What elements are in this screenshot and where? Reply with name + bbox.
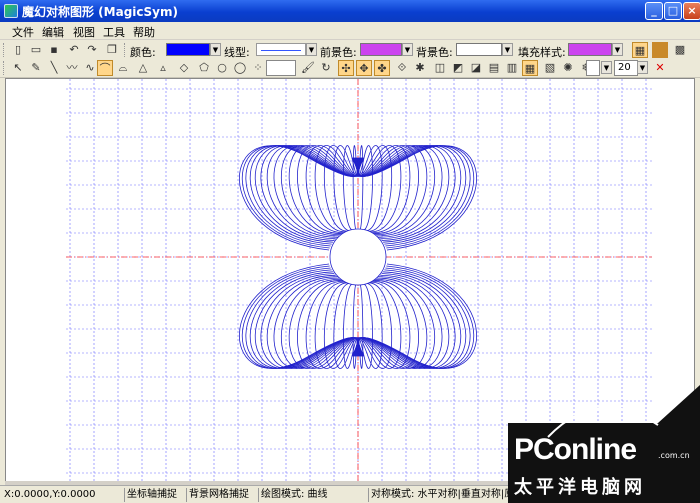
pconline-watermark: PConline .com.cn 太平洋电脑网: [508, 385, 700, 503]
sym-grid6-icon[interactable]: ▦: [522, 60, 538, 76]
fill-color-icon[interactable]: [652, 42, 668, 58]
layer-dropdown-icon[interactable]: ▼: [601, 61, 612, 74]
sym-horizontal-icon[interactable]: ✣: [338, 60, 354, 76]
fill-style-dropdown-icon[interactable]: ▼: [612, 43, 623, 56]
clear-icon[interactable]: ✕: [652, 60, 668, 76]
rotate-icon[interactable]: ↻: [318, 60, 334, 76]
toolbar-grip: [3, 43, 6, 57]
redo-icon[interactable]: ↷: [84, 42, 100, 58]
watermark-tagline: 太平洋电脑网: [514, 477, 646, 498]
fg-color-dropdown-icon[interactable]: ▼: [402, 43, 413, 56]
sym-grid1-icon[interactable]: ◫: [432, 60, 448, 76]
fg-color-swatch[interactable]: [360, 43, 402, 56]
toolbar-separator: [124, 43, 127, 57]
window-title: 魔幻对称图形 (MagicSym): [22, 5, 178, 19]
fill-style-swatch[interactable]: [568, 43, 612, 56]
minimize-button[interactable]: _: [645, 2, 663, 20]
star-icon[interactable]: ✺: [560, 60, 576, 76]
sym-vertical-icon[interactable]: ✥: [356, 60, 372, 76]
count-dropdown-icon[interactable]: ▼: [637, 61, 648, 74]
status-draw-mode: 绘图模式: 曲线: [258, 488, 366, 502]
select-arrow-icon[interactable]: ↖: [10, 60, 26, 76]
title-bar: 魔幻对称图形 (MagicSym) _ □ ×: [0, 0, 700, 22]
sym-grid3-icon[interactable]: ◪: [468, 60, 484, 76]
bg-color-swatch[interactable]: [456, 43, 502, 56]
open-file-icon[interactable]: ▭: [28, 42, 44, 58]
linestyle-dropdown-icon[interactable]: ▼: [306, 43, 317, 56]
drawing-toolbar: ↖ ✎ ╲ 〰 ∿ ⌒ ⌓ △ ▵ ◇ ⬠ ○ ◯ ⁘ 🖌 ↻ ✣ ✥ ✤ ⟐ …: [0, 58, 700, 78]
menu-view[interactable]: 视图: [73, 24, 95, 40]
brush-icon[interactable]: 🖌: [300, 60, 316, 76]
disabled-stepper: [266, 60, 296, 76]
main-toolbar: ▯ ▭ ▪ ↶ ↷ ❐ 颜色: ▼ 线型: ▼ 前景色: ▼ 背景色: ▼ 填充…: [0, 40, 700, 60]
center-circle: [329, 228, 387, 286]
watermark-brand: PConline: [514, 433, 637, 466]
sym-grid5-icon[interactable]: ▥: [504, 60, 520, 76]
linestyle-preview[interactable]: [256, 43, 306, 56]
status-grid-snap: 背景网格捕捉: [186, 488, 256, 502]
sym-origin-icon[interactable]: ✤: [374, 60, 390, 76]
menu-file[interactable]: 文件: [12, 24, 34, 40]
toolbar-grip-2: [3, 61, 6, 75]
close-button[interactable]: ×: [683, 2, 700, 20]
watermark-domain: .com.cn: [658, 451, 690, 460]
ellipse-icon[interactable]: ◯: [232, 60, 248, 76]
status-axis-snap: 坐标轴捕捉: [124, 488, 184, 502]
new-file-icon[interactable]: ▯: [10, 42, 26, 58]
copy-icon[interactable]: ❐: [104, 42, 120, 58]
status-coords: X:0.0000,Y:0.0000: [4, 489, 96, 500]
status-sym-mode: 对称模式: 水平对称|垂直对称|原点: [368, 488, 518, 502]
count-field[interactable]: 20: [614, 60, 638, 76]
dots-icon[interactable]: ⁘: [250, 60, 266, 76]
arc-icon[interactable]: ⌓: [115, 60, 131, 76]
line-icon[interactable]: ╲: [46, 60, 62, 76]
sym-grid4-icon[interactable]: ▤: [486, 60, 502, 76]
curve-icon[interactable]: ∿: [82, 60, 98, 76]
app-icon: [4, 4, 18, 18]
sym-grid2-icon[interactable]: ◩: [450, 60, 466, 76]
circle-icon[interactable]: ○: [214, 60, 230, 76]
polyline-icon[interactable]: 〰: [64, 60, 80, 76]
color-swatch[interactable]: [166, 43, 210, 56]
diamond-icon[interactable]: ◇: [176, 60, 192, 76]
bg-color-dropdown-icon[interactable]: ▼: [502, 43, 513, 56]
color-dropdown-icon[interactable]: ▼: [210, 43, 221, 56]
triangle-outline-icon[interactable]: ▵: [155, 60, 171, 76]
maximize-button[interactable]: □: [664, 2, 682, 20]
pencil-icon[interactable]: ✎: [28, 60, 44, 76]
sym-diag-icon[interactable]: ⟐: [394, 60, 410, 76]
sym-grid7-icon[interactable]: ▧: [542, 60, 558, 76]
menu-help[interactable]: 帮助: [133, 24, 155, 40]
save-icon[interactable]: ▪: [46, 42, 62, 58]
menu-bar: 文件 编辑 视图 工具 帮助: [0, 22, 700, 40]
bezier-curve-icon[interactable]: ⌒: [97, 60, 113, 76]
grid-pattern-icon[interactable]: ▦: [632, 42, 648, 58]
layer-box[interactable]: [586, 60, 600, 76]
undo-icon[interactable]: ↶: [66, 42, 82, 58]
pentagon-icon[interactable]: ⬠: [196, 60, 212, 76]
sym-rot-icon[interactable]: ✱: [412, 60, 428, 76]
triangle-icon[interactable]: △: [135, 60, 151, 76]
menu-edit[interactable]: 编辑: [42, 24, 64, 40]
pattern-icon[interactable]: ▩: [672, 42, 688, 58]
menu-tools[interactable]: 工具: [103, 24, 125, 40]
